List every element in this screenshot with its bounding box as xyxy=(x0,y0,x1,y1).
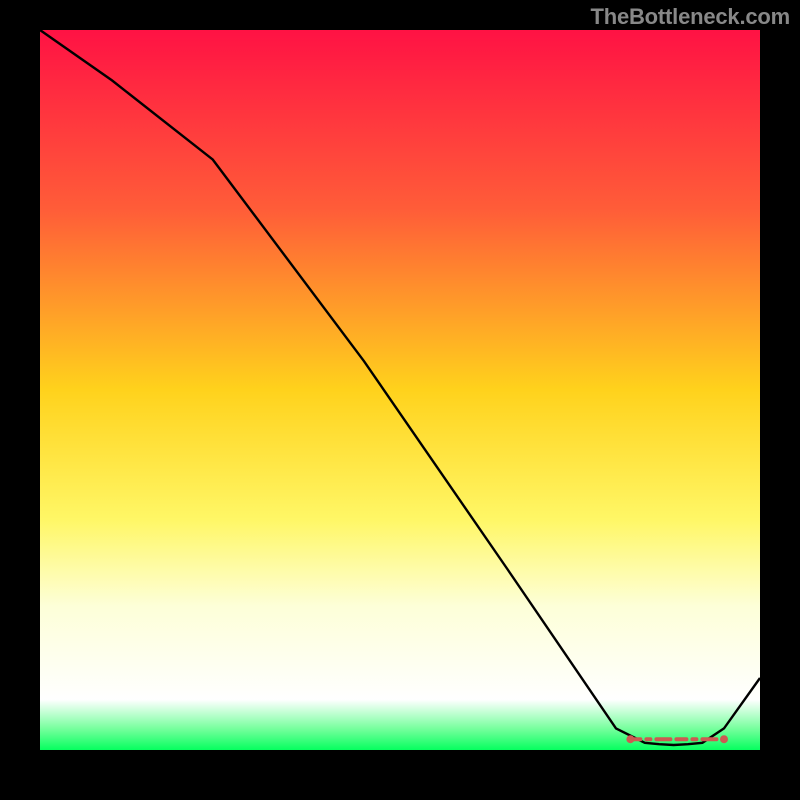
gradient-background xyxy=(40,30,760,750)
chart-svg xyxy=(40,30,760,750)
watermark-text: TheBottleneck.com xyxy=(590,4,790,30)
plot-area xyxy=(40,30,760,750)
chart-container: TheBottleneck.com xyxy=(0,0,800,800)
